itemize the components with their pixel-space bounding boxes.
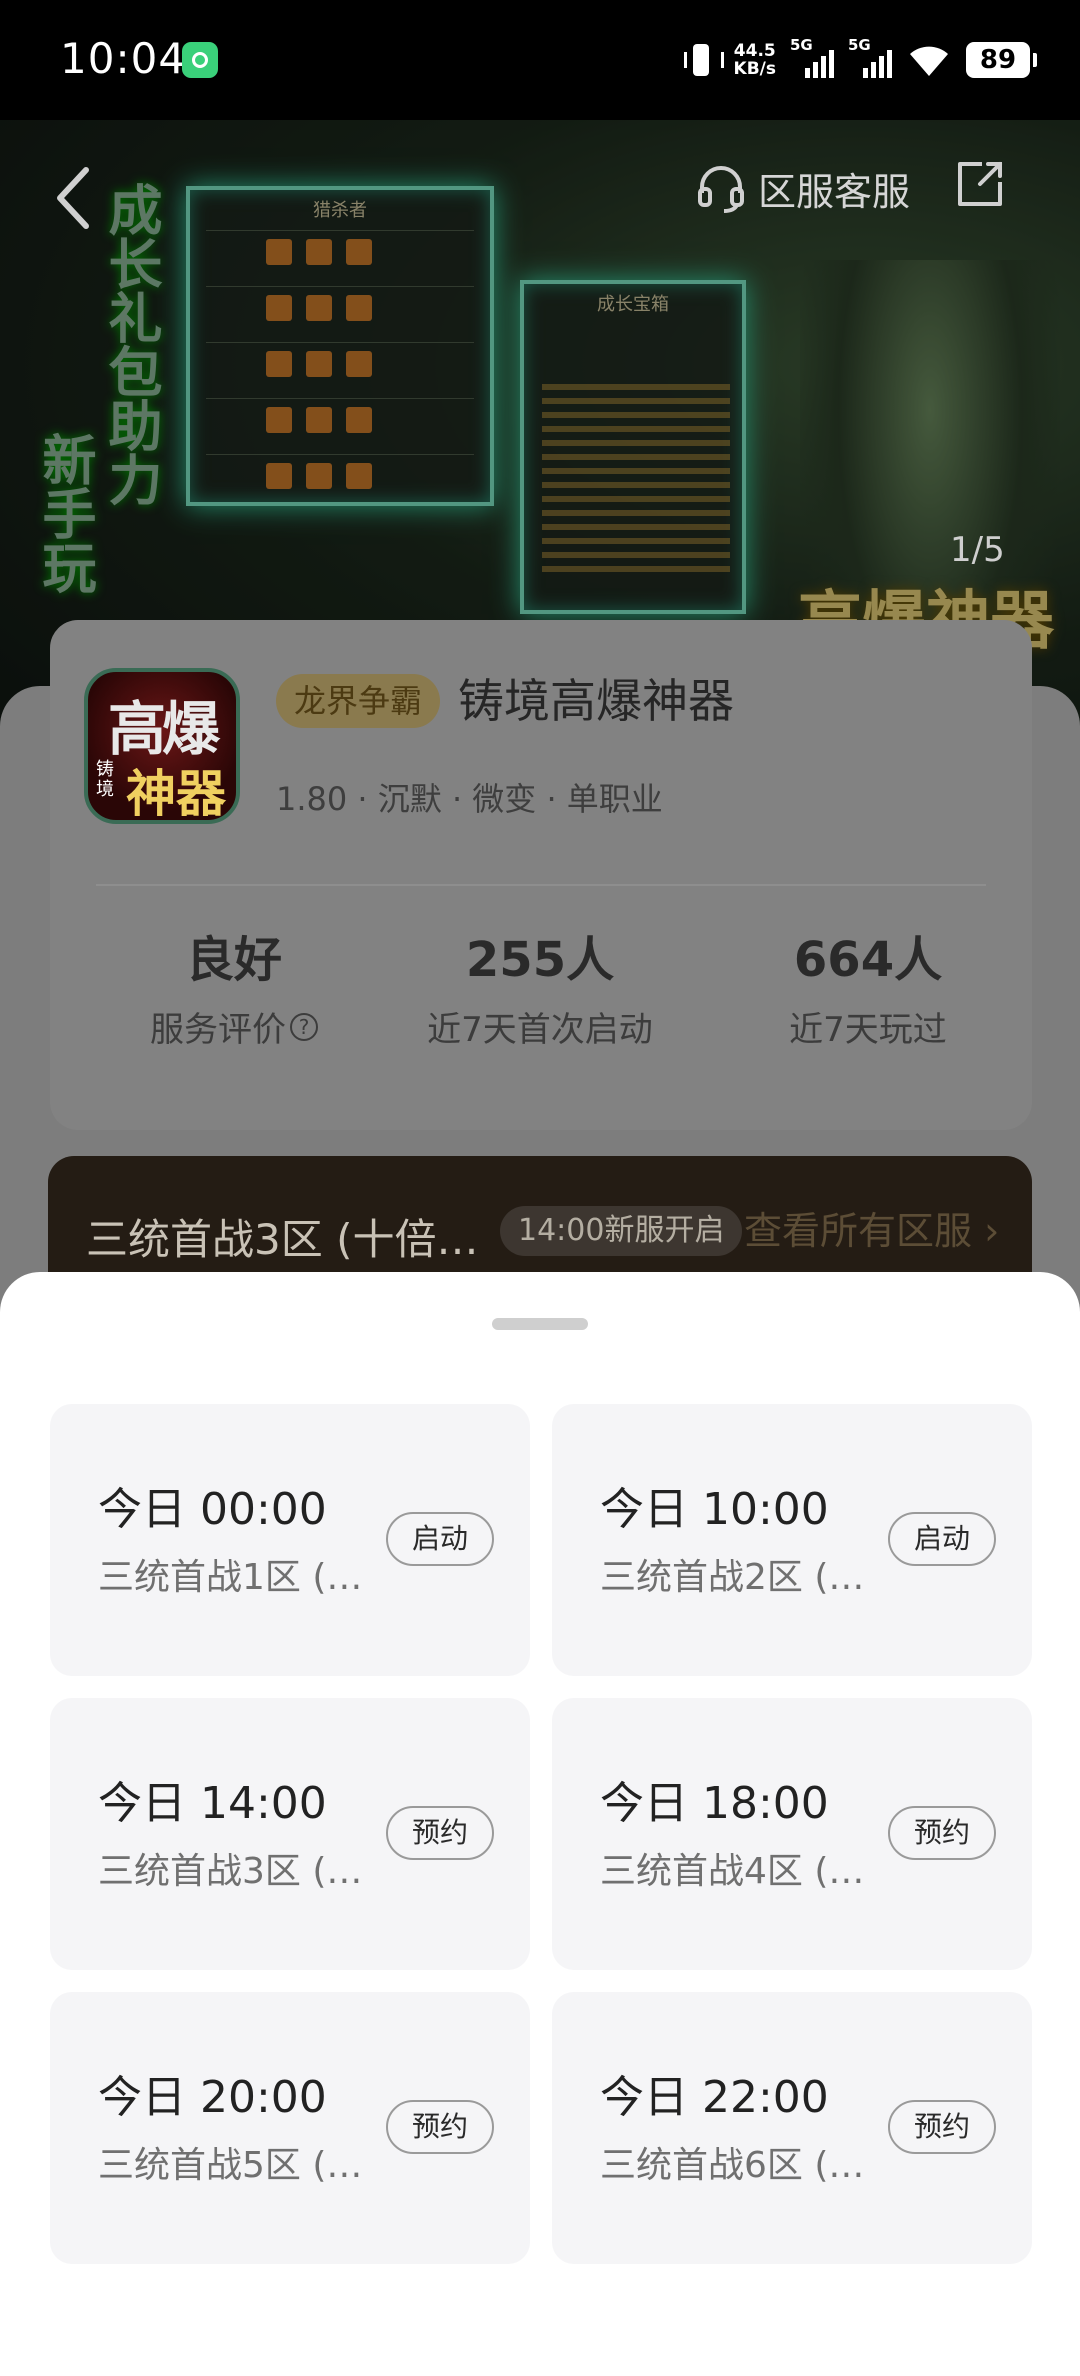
customer-service-button[interactable]: 区服客服	[694, 158, 910, 218]
server-card[interactable]: 今日 20:00 三统首战5区 (… 预约	[50, 1992, 530, 2264]
stat-service-rating[interactable]: 良好 服务评价?	[96, 930, 372, 1051]
server-name: 三统首战6区 (…	[600, 2145, 865, 2186]
server-name: 三统首战3区 (…	[98, 1851, 363, 1892]
server-card[interactable]: 今日 14:00 三统首战3区 (… 预约	[50, 1698, 530, 1970]
reserve-button[interactable]: 预约	[386, 2100, 494, 2154]
status-bar: 10:04 44.5 KB/s 5G 5G 89	[0, 0, 1080, 120]
customer-service-label: 区服客服	[758, 169, 911, 214]
back-arrow-icon[interactable]	[46, 160, 102, 236]
status-indicators: 44.5 KB/s 5G 5G 89	[682, 36, 1037, 82]
status-time: 10:04	[60, 34, 187, 83]
stat-label: 近7天玩过	[789, 1010, 947, 1050]
vibrate-icon	[682, 40, 724, 80]
server-open-time: 今日 14:00	[98, 1778, 327, 1829]
game-app-icon: 高爆 神器 铸境	[84, 668, 240, 824]
reserve-button[interactable]: 预约	[888, 2100, 996, 2154]
stat-label: 服务评价	[150, 1010, 286, 1050]
server-open-time: 今日 00:00	[98, 1484, 327, 1535]
help-icon[interactable]: ?	[290, 1012, 318, 1041]
view-all-servers-link[interactable]: 查看所有区服 ›	[744, 1206, 999, 1256]
server-name: 三统首战5区 (…	[98, 2145, 363, 2186]
server-open-time: 今日 22:00	[600, 2072, 829, 2123]
game-icon-text-side: 铸境	[96, 759, 114, 800]
new-server-chip: 14:00新服开启	[500, 1206, 743, 1256]
battery-icon: 89	[966, 42, 1037, 78]
reserve-button[interactable]: 预约	[888, 1806, 996, 1860]
signal-icon-sim2: 5G	[848, 36, 892, 80]
server-open-time: 今日 18:00	[600, 1778, 829, 1829]
share-icon[interactable]	[952, 156, 1008, 212]
launch-button[interactable]: 启动	[888, 1512, 996, 1566]
banner-page-indicator: 1/5	[950, 530, 1005, 570]
wifi-icon	[910, 46, 948, 76]
server-card[interactable]: 今日 18:00 三统首战4区 (… 预约	[552, 1698, 1032, 1970]
reserve-button[interactable]: 预约	[386, 1806, 494, 1860]
server-open-time: 今日 10:00	[600, 1484, 829, 1535]
current-server-name: 三统首战3区 (十倍…	[86, 1215, 479, 1264]
network-speed-value: 44.5	[733, 41, 776, 61]
stat-first-launch: 255人 近7天首次启动	[400, 930, 680, 1051]
game-meta: 1.80 · 沉默 · 微变 · 单职业	[276, 780, 663, 818]
headset-icon	[698, 166, 744, 213]
divider	[96, 884, 986, 886]
server-open-time: 今日 20:00	[98, 2072, 327, 2123]
signal-icon-sim1: 5G	[790, 36, 834, 80]
sheet-drag-handle[interactable]	[492, 1318, 588, 1330]
network-speed-unit: KB/s	[733, 59, 776, 79]
server-name: 三统首战4区 (…	[600, 1851, 865, 1892]
stat-value: 664人	[793, 932, 943, 988]
launch-button[interactable]: 启动	[386, 1512, 494, 1566]
network-speed: 44.5 KB/s	[734, 42, 776, 78]
server-card[interactable]: 今日 00:00 三统首战1区 (… 启动	[50, 1404, 530, 1676]
server-card[interactable]: 今日 22:00 三统首战6区 (… 预约	[552, 1992, 1032, 2264]
game-title: 铸境高爆神器	[458, 674, 734, 728]
stat-value: 255人	[465, 932, 615, 988]
stat-label: 近7天首次启动	[427, 1010, 653, 1050]
stat-value: 良好	[185, 932, 282, 988]
stat-played: 664人 近7天玩过	[730, 930, 1006, 1051]
notification-app-icon	[182, 42, 218, 78]
server-name: 三统首战2区 (…	[600, 1557, 865, 1598]
server-name: 三统首战1区 (…	[98, 1557, 363, 1598]
game-category-tag[interactable]: 龙界争霸	[276, 674, 441, 728]
server-card[interactable]: 今日 10:00 三统首战2区 (… 启动	[552, 1404, 1032, 1676]
